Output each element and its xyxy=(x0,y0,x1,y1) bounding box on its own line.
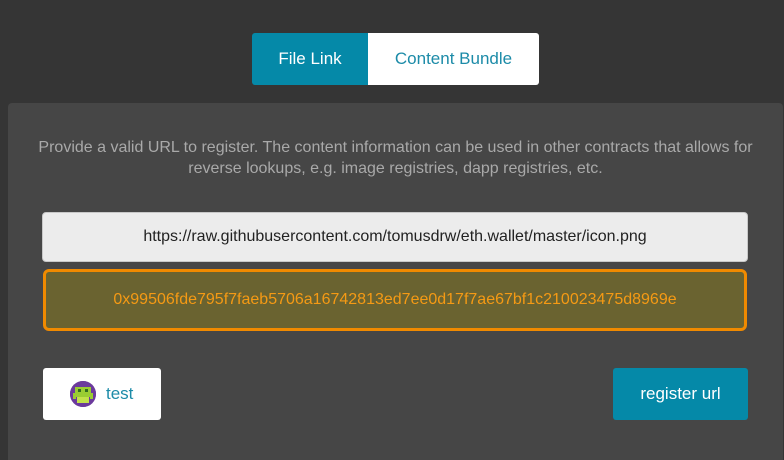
content-hash-value: 0x99506fde795f7faeb5706a16742813ed7ee0d1… xyxy=(113,291,677,308)
tab-file-link[interactable]: File Link xyxy=(252,33,368,85)
register-url-button[interactable]: register url xyxy=(613,368,748,420)
register-panel: Provide a valid URL to register. The con… xyxy=(8,103,783,460)
account-name: test xyxy=(106,384,134,403)
url-input[interactable] xyxy=(42,212,748,262)
tab-content-bundle[interactable]: Content Bundle xyxy=(368,33,539,85)
content-hash-field[interactable]: 0x99506fde795f7faeb5706a16742813ed7ee0d1… xyxy=(43,269,747,331)
account-selector-button[interactable]: test xyxy=(43,368,161,420)
content-type-tabs: File Link Content Bundle xyxy=(252,33,539,85)
identicon-avatar-icon xyxy=(70,381,96,407)
register-description: Provide a valid URL to register. The con… xyxy=(38,139,753,177)
